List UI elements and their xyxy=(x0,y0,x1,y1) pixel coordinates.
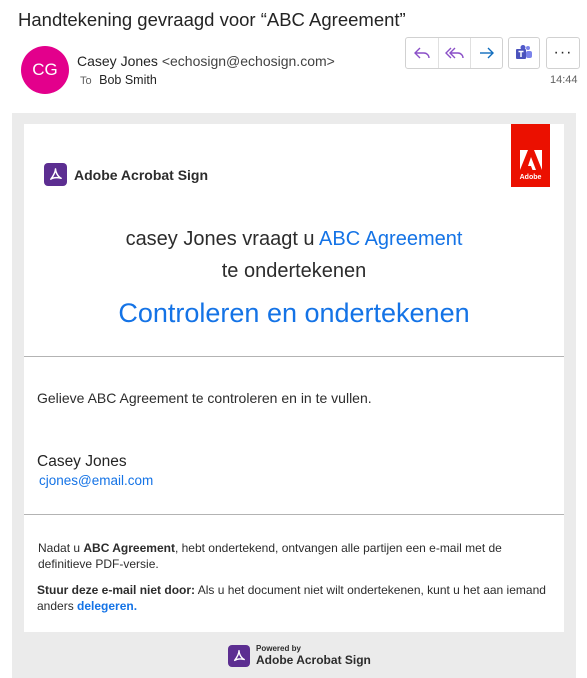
headline-prefix: casey Jones vraagt u xyxy=(125,228,320,250)
headline-document: ABC Agreement xyxy=(319,228,463,250)
reply-all-button[interactable] xyxy=(438,38,470,68)
reply-actions xyxy=(405,37,503,69)
forward-warning-title: Stuur deze e-mail niet door: xyxy=(37,583,196,597)
email-subject: Handtekening gevraagd voor “ABC Agreemen… xyxy=(18,9,406,30)
info-note-document: ABC Agreement xyxy=(83,541,175,555)
info-note: Nadat u ABC Agreement, hebt ondertekend,… xyxy=(38,540,558,572)
acrobat-sign-icon xyxy=(44,163,67,186)
adobe-icon xyxy=(519,150,542,170)
adobe-wordmark: Adobe xyxy=(519,174,542,181)
message-body: Gelieve ABC Agreement te controleren en … xyxy=(37,390,372,406)
received-time: 14:44 xyxy=(550,74,578,86)
forward-icon xyxy=(479,47,494,59)
headline-line2: te ondertekenen xyxy=(221,260,367,282)
reply-button[interactable] xyxy=(406,38,438,68)
footer-brand: Adobe Acrobat Sign xyxy=(256,653,371,667)
sender-line: Casey Jones <echosign@echosign.com> xyxy=(77,53,335,69)
signer-email-link[interactable]: cjones@email.com xyxy=(39,473,153,488)
reply-icon xyxy=(414,47,430,59)
teams-button[interactable] xyxy=(508,37,540,69)
recipient-name[interactable]: Bob Smith xyxy=(99,73,157,87)
sender-name[interactable]: Casey Jones xyxy=(77,53,158,69)
powered-by-footer: Powered by Adobe Acrobat Sign xyxy=(228,644,371,667)
avatar-initials: CG xyxy=(32,60,58,79)
forward-button[interactable] xyxy=(470,38,502,68)
forward-warning: Stuur deze e-mail niet door: Als u het d… xyxy=(37,582,557,614)
avatar[interactable]: CG xyxy=(21,46,69,94)
brand-logo: Adobe Acrobat Sign xyxy=(44,163,208,186)
recipient-line: To Bob Smith xyxy=(80,73,157,87)
teams-icon xyxy=(516,45,532,59)
adobe-logo: Adobe xyxy=(511,124,550,187)
acrobat-sign-icon xyxy=(228,644,250,667)
more-button[interactable]: ··· xyxy=(546,37,580,69)
powered-by-label: Powered by xyxy=(256,644,301,653)
divider xyxy=(24,356,564,357)
info-note-prefix: Nadat u xyxy=(38,541,84,555)
brand-name: Adobe Acrobat Sign xyxy=(74,166,209,183)
review-and-sign-link[interactable]: Controleren en ondertekenen xyxy=(24,298,564,329)
review-and-sign-label: Controleren en ondertekenen xyxy=(118,298,470,328)
more-icon: ··· xyxy=(553,44,573,61)
divider xyxy=(24,514,564,515)
signer-name: Casey Jones xyxy=(37,453,127,470)
delegate-link[interactable]: delegeren. xyxy=(77,599,137,613)
headline: casey Jones vraagt u ABC Agreement xyxy=(24,228,564,251)
sender-address: <echosign@echosign.com> xyxy=(161,53,335,69)
reply-all-icon xyxy=(444,47,464,59)
to-label: To xyxy=(80,75,92,87)
